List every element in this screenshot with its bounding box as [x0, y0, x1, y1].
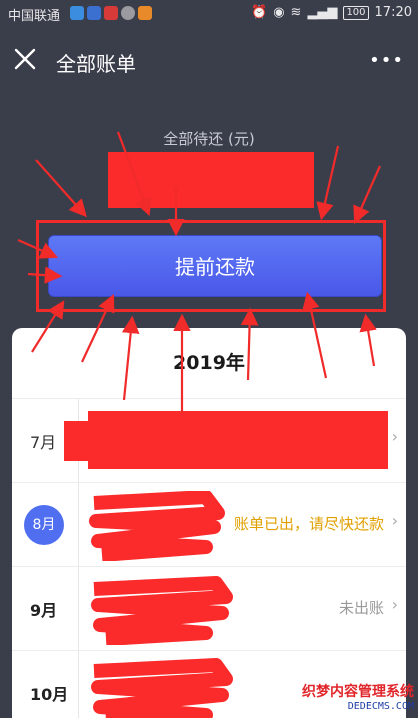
- watermark-title: 织梦内容管理系统: [302, 684, 414, 700]
- bill-status: 账单已出，请尽快还款: [233, 515, 384, 533]
- page-title: 全部账单: [56, 52, 136, 76]
- bill-row-august[interactable]: 8月 账单已出，请尽快还款 ›: [12, 482, 406, 566]
- bill-month: 7月: [30, 433, 57, 452]
- chevron-right-icon: ›: [391, 511, 398, 530]
- signal-icon: ▂▄▆: [307, 5, 338, 20]
- watermark-domain: DEDECMS.COM: [347, 701, 414, 712]
- redaction-scribble: [91, 658, 233, 718]
- chat-icon: [121, 6, 135, 20]
- close-icon[interactable]: [12, 46, 38, 72]
- watermark: 织梦内容管理系统 DEDECMS.COM: [302, 681, 414, 712]
- wifi-icon: ≋: [290, 5, 302, 20]
- early-repayment-button[interactable]: 提前还款: [48, 235, 382, 297]
- bills-year: 2019年: [173, 352, 245, 374]
- bill-month: 9月: [30, 601, 58, 620]
- chevron-right-icon: ›: [391, 595, 398, 614]
- bill-row-september[interactable]: 9月 未出账 ›: [12, 566, 406, 650]
- battery-level: 100: [343, 5, 369, 20]
- total-due-label: 全部待还 (元): [163, 130, 255, 148]
- app-notification-icon: [104, 6, 118, 20]
- bill-month-badge: 8月: [24, 505, 64, 545]
- redaction-scribble: [91, 576, 233, 645]
- nav-header: 全部账单 •••: [0, 28, 418, 94]
- annotation-arrow: [35, 159, 87, 218]
- bill-month: 10月: [30, 685, 69, 704]
- carrier-name: 中国联通: [8, 9, 61, 24]
- more-options-icon[interactable]: •••: [369, 52, 404, 70]
- bill-status: 未出账: [338, 599, 384, 617]
- shield-icon: [87, 6, 101, 20]
- status-time: 17:20: [374, 5, 412, 20]
- notification-icons: [70, 6, 152, 20]
- chevron-right-icon: ›: [391, 427, 398, 446]
- eye-icon: ◉: [273, 5, 285, 20]
- total-due-amount-redacted: [108, 152, 314, 208]
- app-notification-icon: [138, 6, 152, 20]
- bills-card: 2019年 7月 › 8月 账单已出，请尽快还款 › 9月 未出账 › 10月: [12, 328, 406, 718]
- status-bar: 中国联通 ⏰ ◉ ≋ ▂▄▆ 100 17:20: [0, 0, 418, 28]
- bill-row-july[interactable]: 7月 ›: [12, 398, 406, 482]
- app-notification-icon: [70, 6, 84, 20]
- status-right: ⏰ ◉ ≋ ▂▄▆ 100 17:20: [251, 5, 412, 20]
- redaction-scribble: [64, 411, 388, 469]
- annotation-arrow: [353, 165, 382, 225]
- annotation-arrow: [316, 145, 340, 221]
- alarm-icon: ⏰: [251, 5, 268, 20]
- redaction-scribble: [89, 491, 225, 561]
